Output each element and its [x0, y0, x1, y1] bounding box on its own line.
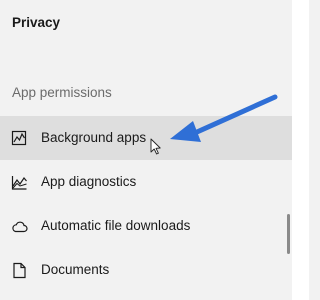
sidebar-item-app-diagnostics[interactable]: App diagnostics — [0, 160, 292, 204]
settings-sidebar: Privacy App permissions Background apps … — [0, 0, 292, 300]
scrollbar-thumb[interactable] — [287, 214, 290, 254]
sidebar-item-label: Automatic file downloads — [41, 218, 191, 233]
sidebar-item-label: Documents — [41, 262, 110, 277]
content-pane-edge — [292, 0, 309, 300]
background-apps-icon — [11, 130, 27, 146]
app-diagnostics-icon — [11, 176, 27, 190]
document-icon — [13, 262, 26, 279]
sidebar-item-automatic-file-downloads[interactable]: Automatic file downloads — [0, 204, 292, 248]
page-title: Privacy — [12, 15, 61, 30]
sidebar-item-label: Background apps — [41, 130, 147, 145]
section-header-app-permissions: App permissions — [12, 85, 112, 100]
sidebar-item-label: App diagnostics — [41, 174, 137, 189]
cloud-icon — [12, 221, 28, 233]
sidebar-item-documents[interactable]: Documents — [0, 248, 292, 292]
sidebar-item-background-apps[interactable]: Background apps — [0, 116, 292, 160]
